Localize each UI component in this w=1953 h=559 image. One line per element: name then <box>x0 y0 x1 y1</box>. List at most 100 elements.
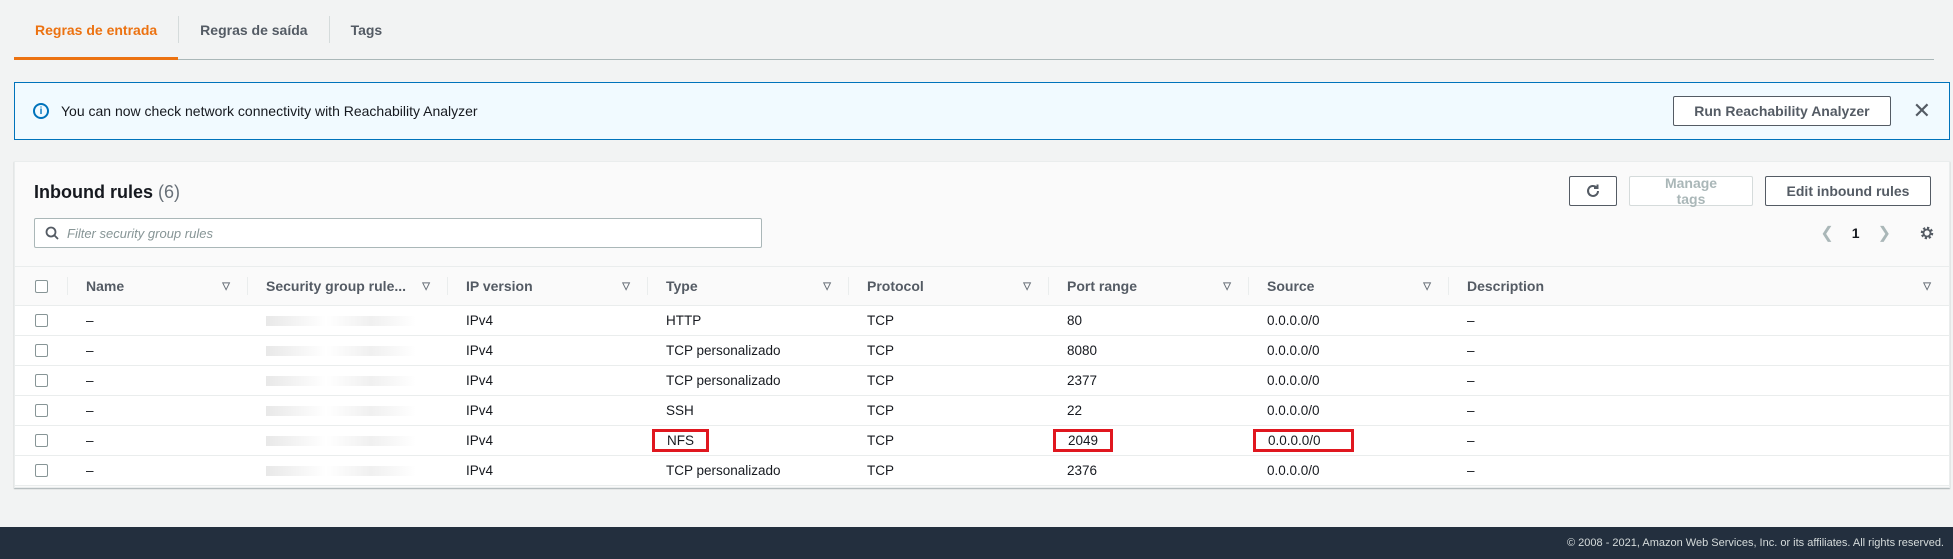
column-header-port-range[interactable]: Port range ▽ <box>1049 267 1249 305</box>
cell-rule-id-redacted[interactable] <box>248 336 448 365</box>
cell-source: 0.0.0.0/0 <box>1267 343 1320 358</box>
page-number[interactable]: 1 <box>1852 225 1860 241</box>
sort-icon: ▽ <box>1923 280 1931 292</box>
chevron-right-icon[interactable]: ❯ <box>1878 223 1891 243</box>
table-row[interactable]: – IPv4 SSH TCP 22 0.0.0.0/0 – <box>15 396 1949 426</box>
cell-rule-id-redacted[interactable] <box>248 426 448 455</box>
cell-protocol: TCP <box>867 373 894 388</box>
column-header-name[interactable]: Name ▽ <box>68 267 248 305</box>
tab-outbound-rules[interactable]: Regras de saída <box>179 0 328 59</box>
cell-description: – <box>1467 313 1475 328</box>
row-checkbox[interactable] <box>35 434 48 447</box>
tab-tags[interactable]: Tags <box>330 0 404 59</box>
copyright-text: © 2008 - 2021, Amazon Web Services, Inc.… <box>1567 537 1944 549</box>
edit-inbound-rules-button[interactable]: Edit inbound rules <box>1765 176 1931 206</box>
sort-icon: ▽ <box>422 280 430 292</box>
table-row[interactable]: – IPv4 NFS TCP 2049 0.0.0.0/0 – <box>15 426 1949 456</box>
column-header-rule-id[interactable]: Security group rule... ▽ <box>248 267 448 305</box>
cell-source: 0.0.0.0/0 <box>1267 373 1320 388</box>
cell-description: – <box>1467 433 1475 448</box>
select-all-cell <box>15 267 68 305</box>
cell-ip-version: IPv4 <box>466 433 494 448</box>
cell-ip-version: IPv4 <box>466 373 494 388</box>
table-row[interactable]: – IPv4 HTTP TCP 80 0.0.0.0/0 – <box>15 306 1949 336</box>
sort-icon: ▽ <box>1223 280 1231 292</box>
sort-icon: ▽ <box>823 280 831 292</box>
column-header-type[interactable]: Type ▽ <box>648 267 849 305</box>
cell-name: – <box>86 463 94 478</box>
cell-name: – <box>86 403 94 418</box>
search-box <box>34 218 762 248</box>
sort-icon: ▽ <box>1423 280 1431 292</box>
column-header-ip-version[interactable]: IP version ▽ <box>448 267 648 305</box>
refresh-button[interactable] <box>1569 176 1617 206</box>
row-checkbox[interactable] <box>35 464 48 477</box>
row-checkbox[interactable] <box>35 314 48 327</box>
panel-title-text: Inbound rules <box>34 182 153 202</box>
inbound-rules-panel: Inbound rules (6) Manage tags Edit inbou… <box>14 161 1950 488</box>
table-row[interactable]: – IPv4 TCP personalizado TCP 2377 0.0.0.… <box>15 366 1949 396</box>
sort-icon: ▽ <box>222 280 230 292</box>
select-all-checkbox[interactable] <box>35 279 48 293</box>
cell-type: TCP personalizado <box>666 463 781 478</box>
cell-type: TCP personalizado <box>666 373 781 388</box>
cell-port-range: 80 <box>1067 313 1083 328</box>
cell-ip-version: IPv4 <box>466 403 494 418</box>
cell-name: – <box>86 313 94 328</box>
rules-table: Name ▽ Security group rule... ▽ IP version… <box>15 266 1949 486</box>
table-row[interactable]: – IPv4 TCP personalizado TCP 8080 0.0.0.… <box>15 336 1949 366</box>
cell-rule-id-redacted[interactable] <box>248 396 448 425</box>
search-input[interactable] <box>67 225 761 241</box>
close-icon[interactable]: ✕ <box>1913 100 1931 122</box>
footer: © 2008 - 2021, Amazon Web Services, Inc.… <box>0 527 1953 559</box>
cell-protocol: TCP <box>867 403 894 418</box>
panel-title: Inbound rules (6) <box>34 182 180 203</box>
info-icon: i <box>33 103 49 119</box>
rule-count: (6) <box>158 182 181 202</box>
manage-tags-button[interactable]: Manage tags <box>1629 175 1753 207</box>
cell-port-range: 2376 <box>1067 463 1098 478</box>
table-header: Name ▽ Security group rule... ▽ IP version… <box>15 266 1949 306</box>
info-banner: i You can now check network connectivity… <box>14 82 1950 140</box>
panel-actions: Manage tags Edit inbound rules <box>1569 175 1931 207</box>
cell-rule-id-redacted[interactable] <box>248 366 448 395</box>
column-header-source[interactable]: Source ▽ <box>1249 267 1449 305</box>
cell-rule-id-redacted[interactable] <box>248 456 448 485</box>
highlighted-port-range: 2049 <box>1053 429 1114 452</box>
tab-bar: Regras de entrada Regras de saída Tags <box>14 0 1934 60</box>
cell-protocol: TCP <box>867 313 894 328</box>
cell-type: HTTP <box>666 313 702 328</box>
cell-port-range: 22 <box>1067 403 1083 418</box>
row-checkbox[interactable] <box>35 404 48 417</box>
highlighted-type: NFS <box>652 429 709 452</box>
tab-inbound-rules[interactable]: Regras de entrada <box>14 0 179 60</box>
column-header-protocol[interactable]: Protocol ▽ <box>849 267 1049 305</box>
cell-ip-version: IPv4 <box>466 343 494 358</box>
column-header-description[interactable]: Description ▽ <box>1449 267 1949 305</box>
cell-name: – <box>86 373 94 388</box>
gear-icon[interactable] <box>1919 225 1935 241</box>
row-checkbox[interactable] <box>35 344 48 357</box>
cell-source: 0.0.0.0/0 <box>1267 313 1320 328</box>
cell-ip-version: IPv4 <box>466 313 494 328</box>
cell-port-range: 8080 <box>1067 343 1098 358</box>
row-checkbox[interactable] <box>35 374 48 387</box>
cell-type: TCP personalizado <box>666 343 781 358</box>
sort-icon: ▽ <box>1023 280 1031 292</box>
refresh-icon <box>1587 184 1599 197</box>
chevron-left-icon[interactable]: ❮ <box>1820 223 1833 243</box>
cell-description: – <box>1467 463 1475 478</box>
pagination: ❮ 1 ❯ <box>1820 218 1935 248</box>
banner-text: You can now check network connectivity w… <box>61 103 478 119</box>
cell-rule-id-redacted[interactable] <box>248 306 448 335</box>
cell-name: – <box>86 343 94 358</box>
cell-description: – <box>1467 373 1475 388</box>
cell-type: SSH <box>666 403 694 418</box>
cell-source: 0.0.0.0/0 <box>1267 403 1320 418</box>
sort-icon: ▽ <box>622 280 630 292</box>
cell-ip-version: IPv4 <box>466 463 494 478</box>
run-reachability-analyzer-button[interactable]: Run Reachability Analyzer <box>1673 96 1891 126</box>
cell-protocol: TCP <box>867 433 894 448</box>
cell-description: – <box>1467 343 1475 358</box>
table-row[interactable]: – IPv4 TCP personalizado TCP 2376 0.0.0.… <box>15 456 1949 486</box>
